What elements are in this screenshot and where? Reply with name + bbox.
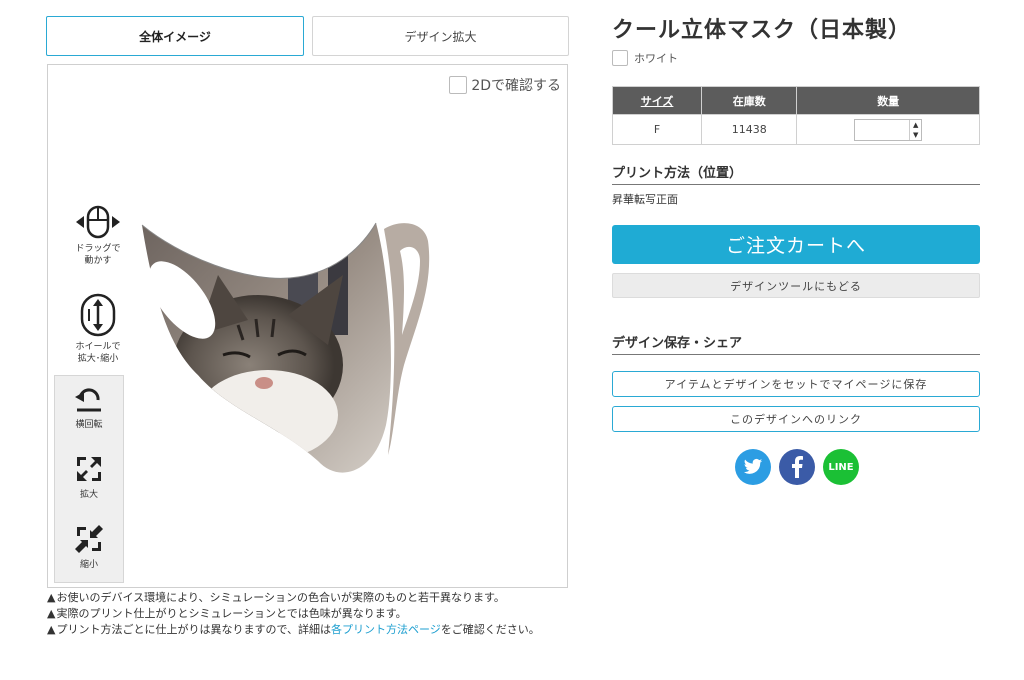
qty-cell: ▲ ▼ (796, 114, 980, 145)
note-print-method-text: プリント方法ごとに仕上がりは異なりますので、詳細は (56, 623, 332, 636)
line-icon: LINE (828, 461, 854, 473)
check-2d-label: 2Dで確認する (471, 78, 561, 94)
drag-hint: ドラッグで 動かす (48, 205, 148, 267)
print-method-heading: プリント方法（位置） (612, 162, 980, 185)
spin-down-icon[interactable]: ▼ (913, 131, 918, 139)
line-share-button[interactable]: LINE (823, 449, 859, 485)
spin-up-icon[interactable]: ▲ (913, 121, 918, 129)
tab-design-zoom[interactable]: デザイン拡大 (312, 16, 569, 56)
stock-header: 在庫数 (701, 86, 798, 115)
product-title: クール立体マスク（日本製） (612, 18, 912, 43)
note-print-method: ▲プリント方法ごとに仕上がりは異なりますので、詳細は各プリント方法ページをご確認… (47, 624, 567, 635)
rotate-label: 横回転 (75, 420, 103, 430)
view-controls: 横回転 拡大 縮小 (54, 375, 124, 583)
print-method-value: 昇華転写正面 (612, 193, 678, 206)
save-to-mypage-button[interactable]: アイテムとデザインをセットでマイページに保存 (612, 371, 980, 397)
mask-3d-render[interactable] (138, 215, 458, 485)
wheel-hint-line1: ホイールで (75, 342, 121, 352)
zoom-out-label: 縮小 (79, 560, 98, 570)
design-link-button[interactable]: このデザインへのリンク (612, 406, 980, 432)
qty-header: 数量 (796, 86, 980, 115)
stock-cell: 11438 (701, 114, 798, 145)
zoom-in-button[interactable]: 拡大 (55, 454, 123, 500)
note-color: ▲お使いのデバイス環境により、シミュレーションの色合いが実際のものと若干異なりま… (47, 592, 567, 603)
size-cell: F (611, 114, 703, 145)
warning-icon: ▲ (47, 591, 56, 604)
zoom-out-button[interactable]: 縮小 (55, 524, 123, 570)
size-header[interactable]: サイズ (611, 86, 703, 115)
wheel-hint-line2: 拡大･縮小 (77, 354, 119, 364)
quantity-input[interactable] (855, 119, 910, 140)
quantity-spin[interactable]: ▲ ▼ (909, 119, 921, 140)
shrink-icon (75, 525, 103, 553)
rotate-icon (75, 388, 101, 412)
note-print-method-tail: をご確認ください。 (440, 623, 540, 636)
quantity-stepper[interactable]: ▲ ▼ (854, 118, 923, 141)
warning-icon: ▲ (47, 623, 56, 636)
color-checkbox[interactable] (612, 50, 628, 66)
tab-full-image[interactable]: 全体イメージ (46, 16, 304, 56)
back-to-design-tool-button[interactable]: デザインツールにもどる (612, 273, 980, 298)
note-color-text: お使いのデバイス環境により、シミュレーションの色合いが実際のものと若干異なります… (56, 591, 505, 604)
twitter-icon (743, 458, 763, 474)
share-buttons: LINE (735, 449, 859, 485)
drag-hint-line1: ドラッグで (75, 244, 121, 254)
drag-hint-line2: 動かす (84, 256, 112, 266)
check-2d[interactable]: 2Dで確認する (449, 75, 561, 95)
facebook-share-button[interactable] (779, 449, 815, 485)
table-row: F 11438 ▲ ▼ (611, 114, 980, 145)
order-cart-button[interactable]: ご注文カートへ (612, 225, 980, 264)
mask-preview[interactable]: 2Dで確認する ドラッグで 動かす ホイールで 拡大･縮小 横回転 拡大 縮小 (47, 64, 568, 588)
print-method-page-link[interactable]: 各プリント方法ページ (331, 623, 441, 636)
twitter-share-button[interactable] (735, 449, 771, 485)
warning-icon: ▲ (47, 607, 56, 620)
facebook-icon (792, 456, 803, 478)
mouse-wheel-icon (80, 293, 116, 337)
expand-icon (77, 457, 101, 481)
note-print-color: ▲実際のプリント仕上がりとシミュレーションとでは色味が異なります。 (47, 608, 567, 619)
wheel-hint: ホイールで 拡大･縮小 (48, 293, 148, 365)
note-print-color-text: 実際のプリント仕上がりとシミュレーションとでは色味が異なります。 (56, 607, 407, 620)
rotate-button[interactable]: 横回転 (55, 386, 123, 430)
color-label: ホワイト (634, 52, 678, 65)
save-share-heading: デザイン保存・シェア (612, 332, 980, 355)
zoom-in-label: 拡大 (79, 490, 98, 500)
mouse-drag-icon (76, 205, 120, 239)
color-option-white[interactable]: ホワイト (612, 50, 678, 66)
stock-table: サイズ 在庫数 数量 F 11438 ▲ ▼ (611, 86, 980, 145)
check-2d-box[interactable] (449, 76, 468, 94)
notes: ▲お使いのデバイス環境により、シミュレーションの色合いが実際のものと若干異なりま… (47, 592, 567, 640)
view-tabs: 全体イメージ デザイン拡大 (46, 16, 569, 56)
